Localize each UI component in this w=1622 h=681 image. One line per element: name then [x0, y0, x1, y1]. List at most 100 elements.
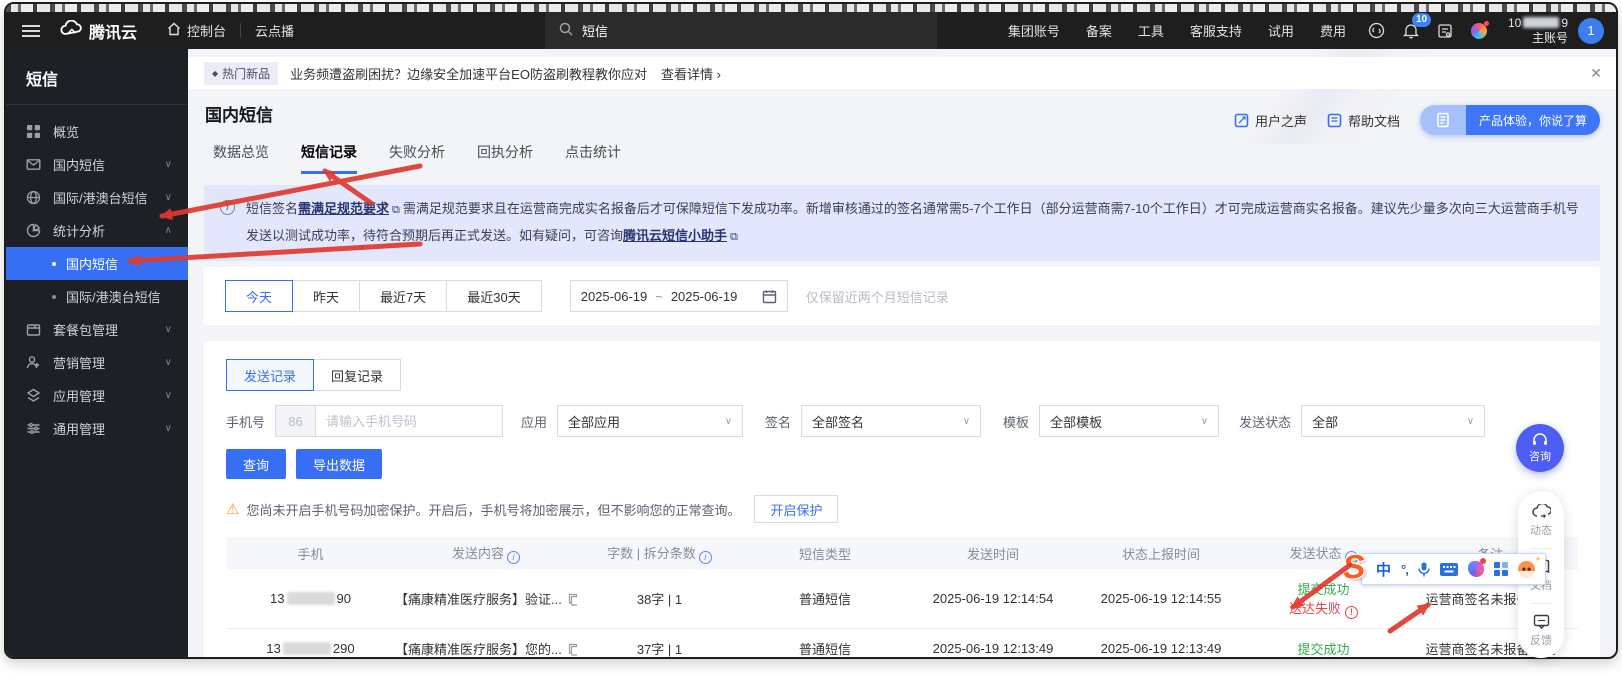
microphone-icon[interactable]: [1418, 562, 1430, 577]
user-avatar[interactable]: 1: [1578, 18, 1604, 44]
ime-punctuation-icon[interactable]: °,: [1401, 562, 1408, 577]
sidebar-item-package-mgmt[interactable]: 套餐包管理 ∨: [6, 313, 188, 346]
send-status-select[interactable]: 全部∨: [1301, 405, 1485, 437]
home-icon: [167, 22, 181, 39]
cell-report-time: 2025-06-19 12:13:49: [1078, 628, 1244, 657]
sidebar-item-overview[interactable]: 概览: [6, 115, 188, 148]
sidebar-item-statistics[interactable]: 统计分析 ∧: [6, 214, 188, 247]
notifications-bell-icon[interactable]: 10: [1403, 22, 1419, 39]
tab-data-overview[interactable]: 数据总览: [213, 142, 269, 174]
person-icon: [26, 355, 42, 370]
divider: [1530, 603, 1552, 604]
product-experience-button[interactable]: 产品体验，你说了算: [1420, 105, 1600, 135]
tab-click-stats[interactable]: 点击统计: [565, 142, 621, 174]
app-select[interactable]: 全部应用∨: [557, 405, 743, 437]
col-phone: 手机: [226, 537, 395, 570]
navbar-right-group: 集团账号 备案 工具 客服支持 试用 费用 10 109: [995, 16, 1616, 46]
keyboard-icon[interactable]: [1440, 563, 1458, 576]
ime-chinese-mode[interactable]: 中: [1376, 559, 1391, 580]
left-sidebar: 短信 概览 国内短信 ∨ 国际/港澳台短信 ∨: [6, 49, 188, 657]
consult-floating-button[interactable]: 咨询: [1516, 424, 1564, 472]
date-option-today[interactable]: 今天: [225, 280, 293, 312]
error-info-icon[interactable]: !: [1345, 606, 1358, 619]
promo-text: 业务频遭盗刷困扰？边缘安全加速平台EO防盗刷教程教你应对: [290, 64, 647, 83]
sidebar-title: 短信: [6, 49, 188, 105]
promo-banner: ◆ 热门新品 业务频遭盗刷困扰？边缘安全加速平台EO防盗刷教程教你应对 查看详情…: [188, 57, 1616, 89]
phone-label: 手机号: [226, 412, 265, 431]
chevron-down-icon: ∨: [165, 192, 172, 203]
connect-icon[interactable]: [1368, 22, 1385, 39]
external-link-icon: ⧉: [730, 231, 738, 243]
sidebar-item-general-mgmt[interactable]: 通用管理 ∨: [6, 412, 188, 445]
nav-tools[interactable]: 工具: [1125, 21, 1177, 40]
close-icon[interactable]: ✕: [1590, 65, 1602, 82]
sogou-logo-icon[interactable]: S: [1342, 548, 1366, 585]
tencent-cloud-logo[interactable]: 腾讯云: [60, 19, 137, 43]
date-option-yesterday[interactable]: 昨天: [292, 280, 360, 312]
table-row[interactable]: 13290 【痛康精准医疗服务】您的... 37字 | 1 普通短信 2025-…: [226, 628, 1578, 657]
skin-blob-icon[interactable]: [1468, 561, 1484, 577]
sidebar-item-app-mgmt[interactable]: 应用管理 ∨: [6, 379, 188, 412]
nav-icp-filing[interactable]: 备案: [1073, 21, 1125, 40]
cell-phone: 1390: [226, 570, 395, 628]
sms-assistant-link[interactable]: 腾讯云短信小助手: [623, 228, 727, 243]
nav-group-account[interactable]: 集团账号: [995, 21, 1073, 40]
notification-count-badge: 10: [1412, 13, 1431, 27]
bullet-icon: [52, 262, 56, 266]
enable-protection-button[interactable]: 开启保护: [754, 495, 838, 523]
cell-report-time: 2025-06-19 12:14:55: [1078, 570, 1244, 628]
search-query-text: 短信: [582, 21, 608, 40]
page-tabs: 数据总览 短信记录 失败分析 回执分析 点击统计: [213, 142, 621, 174]
info-icon[interactable]: i: [699, 551, 712, 564]
user-voice-link[interactable]: 用户之声: [1234, 111, 1307, 130]
apps-grid-icon[interactable]: [1494, 562, 1508, 576]
global-search-input[interactable]: 短信: [545, 12, 937, 49]
tab-failure-analysis[interactable]: 失败分析: [389, 142, 445, 174]
account-info[interactable]: 109 主账号: [1508, 16, 1568, 46]
document-icon: [1327, 113, 1342, 128]
sidebar-item-marketing-mgmt[interactable]: 营销管理 ∨: [6, 346, 188, 379]
phone-number-input[interactable]: [316, 406, 502, 436]
tab-send-records[interactable]: 发送记录: [226, 359, 314, 391]
sliders-icon: [26, 421, 42, 436]
sidebar-item-intl-sms[interactable]: 国际/港澳台短信 ∨: [6, 181, 188, 214]
nav-trial[interactable]: 试用: [1255, 21, 1307, 40]
sidebar-item-domestic-sms[interactable]: 国内短信 ∨: [6, 148, 188, 181]
sidebar-subitem-intl-sms[interactable]: 国际/港澳台短信: [6, 280, 188, 313]
cell-count: 37字 | 1: [577, 628, 742, 657]
tab-sms-records[interactable]: 短信记录: [301, 142, 357, 174]
spec-requirement-link[interactable]: 需满足规范要求: [298, 201, 389, 216]
signature-select[interactable]: 全部签名∨: [801, 405, 981, 437]
news-item[interactable]: 动态: [1530, 504, 1552, 538]
vod-product-link[interactable]: 云点播: [255, 21, 294, 40]
promo-detail-link[interactable]: 查看详情 ›: [661, 64, 721, 83]
activity-colorful-icon[interactable]: [1471, 23, 1487, 39]
sidebar-subitem-domestic-sms-active[interactable]: 国内短信: [6, 247, 188, 280]
nav-billing[interactable]: 费用: [1307, 21, 1359, 40]
console-link[interactable]: 控制台: [167, 21, 226, 40]
layers-icon: [26, 388, 42, 403]
feedback-item[interactable]: 反馈: [1530, 614, 1552, 648]
brand-label: 腾讯云: [89, 19, 137, 43]
query-button[interactable]: 查询: [226, 449, 286, 479]
nav-support[interactable]: 客服支持: [1177, 21, 1255, 40]
date-range-picker[interactable]: 2025-06-19 ~ 2025-06-19: [570, 280, 788, 312]
ticket-icon[interactable]: [1437, 23, 1453, 39]
date-option-7days[interactable]: 最近7天: [359, 280, 447, 312]
hamburger-menu-icon[interactable]: [22, 22, 40, 40]
emoji-face-icon[interactable]: [1518, 561, 1535, 578]
info-icon[interactable]: i: [507, 551, 520, 564]
tab-reply-records[interactable]: 回复记录: [313, 359, 401, 391]
template-select[interactable]: 全部模板∨: [1039, 405, 1219, 437]
tab-receipt-analysis[interactable]: 回执分析: [477, 142, 533, 174]
sogou-ime-toolbar[interactable]: S 中 °,: [1343, 549, 1546, 585]
date-option-30days[interactable]: 最近30天: [446, 280, 541, 312]
chevron-down-icon: ∨: [725, 416, 732, 427]
account-id: 109: [1508, 16, 1568, 31]
app-label: 应用: [521, 412, 547, 431]
export-button[interactable]: 导出数据: [296, 449, 382, 479]
copy-icon[interactable]: [568, 643, 577, 656]
help-docs-link[interactable]: 帮助文档: [1327, 111, 1400, 130]
external-link-icon: ⧉: [392, 204, 400, 216]
copy-icon[interactable]: [568, 593, 577, 606]
